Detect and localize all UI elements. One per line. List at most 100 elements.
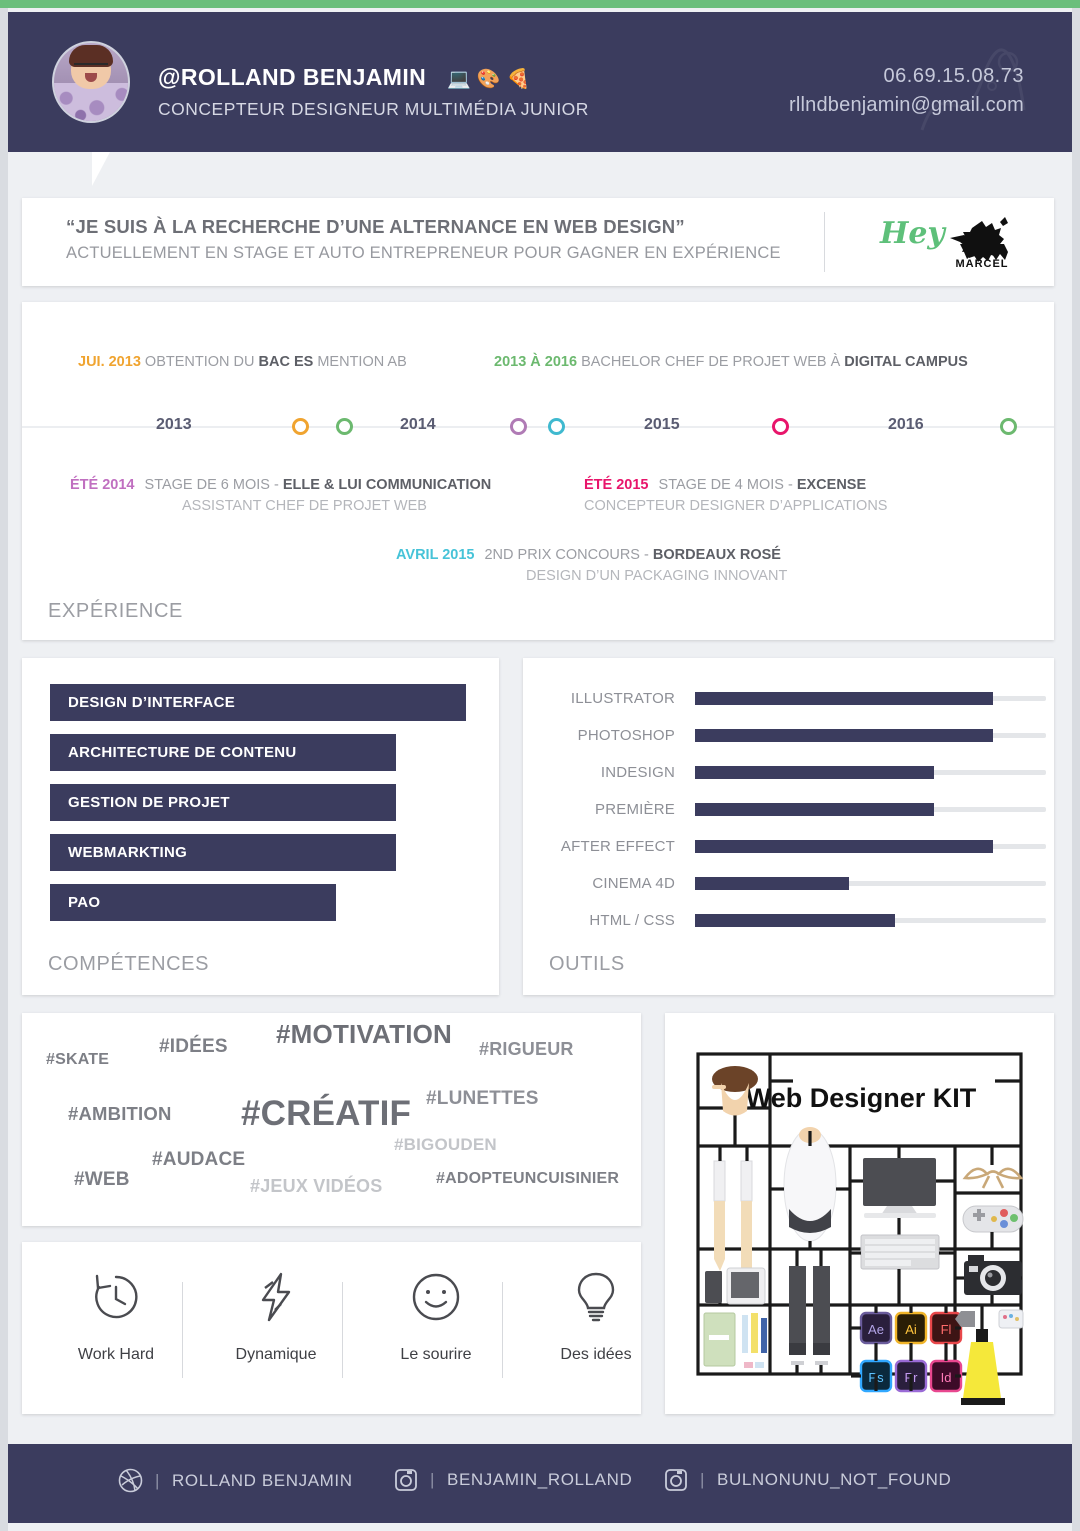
section-label-competences: COMPÉTENCES [48, 953, 210, 975]
tool-row: ILLUSTRATOR [523, 688, 1054, 714]
tagline-quote: “JE SUIS À LA RECHERCHE D’UNE ALTERNANCE… [66, 216, 685, 237]
experience-date: ÉTÉ 2014 [70, 477, 135, 493]
axis-year-2015: 2015 [644, 416, 680, 433]
lightning-bolt-icon [216, 1266, 336, 1328]
hashtag: #AUDACE [152, 1149, 246, 1170]
right-edge-strip [1072, 8, 1080, 1531]
axis-year-2016: 2016 [888, 416, 924, 433]
lightbulb-icon [536, 1266, 656, 1328]
experience-entry-bordeaux-rose: AVRIL 2015 2ND PRIX CONCOURS - BORDEAUX … [396, 547, 787, 584]
profile-role: CONCEPTEUR DESIGNEUR MULTIMÉDIA JUNIOR [158, 99, 589, 119]
keyboard-part [860, 1234, 940, 1270]
quality-label: Le sourire [400, 1346, 472, 1363]
competence-label: PAO [68, 894, 101, 911]
social-handle[interactable]: ROLLAND BENJAMIN [172, 1471, 353, 1491]
hashtag: #ADOPTEUNCUISINIER [436, 1170, 620, 1187]
competence-label: ARCHITECTURE DE CONTENU [68, 744, 297, 761]
experience-date: ÉTÉ 2015 [584, 477, 649, 493]
experience-entry-elle-lui: ÉTÉ 2014 STAGE DE 6 MOIS - ELLE & LUI CO… [70, 477, 491, 514]
qualities-divider [342, 1282, 343, 1378]
tool-label: INDESIGN [600, 764, 675, 781]
timeline-dot-bachelor-end[interactable] [1000, 418, 1017, 435]
timeline-dot-ete-2015[interactable] [772, 418, 789, 435]
hashtag: #LUNETTES [426, 1088, 539, 1109]
tool-fill [695, 914, 896, 927]
hashtag: #RIGUEUR [479, 1039, 574, 1059]
tool-fill [695, 803, 934, 816]
hashtag: #MOTIVATION [276, 1019, 453, 1049]
timeline-dot-bachelor-start[interactable] [336, 418, 353, 435]
tool-label: AFTER EFFECT [560, 838, 675, 855]
adobe-tile-ae: Ae [859, 1311, 893, 1345]
experience-title-pre: STAGE DE 6 MOIS - [144, 477, 283, 493]
outils-card: ILLUSTRATOR PHOTOSHOP INDESIGN PREMIÈRE AFTE… [523, 658, 1054, 995]
tool-row: PHOTOSHOP [523, 725, 1054, 751]
gamepad-part [962, 1205, 1024, 1233]
instagram-icon [665, 1469, 687, 1491]
hashtag-cloud-card: #SKATE #IDÉES #MOTIVATION #RIGUEUR #AMBITION… [22, 1013, 641, 1226]
cv-page: @ROLLAND BENJAMIN 💻 🎨 🍕 CONCEPTEUR DESIG… [0, 0, 1080, 1531]
experience-entry-excense: ÉTÉ 2015 STAGE DE 4 MOIS - EXCENSE CONCE… [584, 477, 887, 514]
camera-part [964, 1255, 1022, 1295]
experience-title-pre: 2ND PRIX CONCOURS - [484, 547, 653, 563]
section-label-outils: OUTILS [549, 953, 625, 975]
tool-label: CINEMA 4D [592, 875, 675, 892]
qualities-card: Work Hard Dynamique Le sourire Des idées [22, 1242, 641, 1414]
page-title: @ROLLAND BENJAMIN 💻 🎨 🍕 [158, 64, 531, 91]
social-instagram-2[interactable]: | BULNONUNU_NOT_FOUND [664, 1468, 951, 1492]
kit-sprue-illustration: Web Designer KIT Ae Ai FlId [665, 1013, 1054, 1414]
quality-des-idees: Des idées [536, 1266, 656, 1364]
header-bar: @ROLLAND BENJAMIN 💻 🎨 🍕 CONCEPTEUR DESIG… [8, 12, 1072, 152]
svg-text:Ai: Ai [905, 1322, 917, 1337]
experience-subtitle: CONCEPTEUR DESIGNER D’APPLICATIONS [584, 498, 888, 514]
svg-text:Id: Id [941, 1370, 952, 1385]
tool-row: CINEMA 4D [523, 873, 1054, 899]
tool-label: HTML / CSS [589, 912, 675, 929]
timeline-dot-bac[interactable] [292, 418, 309, 435]
social-instagram-1[interactable]: | BENJAMIN_ROLLAND [394, 1468, 632, 1492]
avatar [52, 41, 130, 123]
quality-le-sourire: Le sourire [376, 1266, 496, 1364]
contact-block: 06.69.15.08.73 rllndbenjamin@gmail.com [789, 62, 1024, 120]
qualities-divider [182, 1282, 183, 1378]
competence-item: DESIGN D’INTERFACE [50, 684, 466, 721]
footer-bar: | ROLLAND BENJAMIN | BENJAMIN_ROLLAND | … [8, 1444, 1072, 1523]
tool-label: PHOTOSHOP [577, 727, 675, 744]
competence-label: DESIGN D’INTERFACE [68, 694, 236, 711]
social-handle[interactable]: BULNONUNU_NOT_FOUND [717, 1470, 951, 1490]
social-dribbble[interactable]: | ROLLAND BENJAMIN [118, 1468, 353, 1493]
timeline-dot-avril-2015[interactable] [548, 418, 565, 435]
education-text-post: MENTION AB [313, 354, 407, 370]
education-date: 2013 À 2016 [494, 354, 578, 370]
competences-card: DESIGN D’INTERFACE ARCHITECTURE DE CONTEN… [22, 658, 499, 995]
tool-fill [695, 840, 994, 853]
clock-rewind-icon [56, 1266, 176, 1328]
axis-year-2014: 2014 [400, 416, 436, 433]
tool-label: PREMIÈRE [595, 801, 675, 818]
quality-label: Dynamique [235, 1346, 317, 1363]
tool-fill [695, 877, 850, 890]
social-separator: | [155, 1470, 161, 1490]
experience-title-bold: ELLE & LUI COMMUNICATION [282, 477, 492, 493]
social-handle[interactable]: BENJAMIN_ROLLAND [447, 1470, 632, 1490]
quality-label: Work Hard [77, 1346, 155, 1363]
qualities-divider [502, 1282, 503, 1378]
hey-logo: Hey [880, 216, 945, 251]
tagline-card: “JE SUIS À LA RECHERCHE D’UNE ALTERNANCE… [22, 198, 1054, 286]
email-address[interactable]: rllndbenjamin@gmail.com [789, 91, 1024, 120]
phone-number[interactable]: 06.69.15.08.73 [789, 62, 1024, 91]
smiley-face-icon [376, 1266, 496, 1328]
timeline-card: JUI. 2013 OBTENTION DU BAC ES MENTION AB… [22, 302, 1054, 640]
quality-work-hard: Work Hard [56, 1266, 176, 1364]
svg-text:Ae: Ae [868, 1322, 884, 1337]
education-text-bold: DIGITAL CAMPUS [844, 354, 968, 370]
header-pointer-notch [92, 152, 110, 186]
timeline-dot-ete-2014[interactable] [510, 418, 527, 435]
competence-item: PAO [50, 884, 336, 921]
tool-fill [695, 729, 994, 742]
competence-item: GESTION DE PROJET [50, 784, 396, 821]
hashtag: #CRÉATIF [241, 1094, 412, 1133]
social-separator: | [700, 1470, 706, 1489]
education-text-pre: OBTENTION DU [144, 354, 259, 370]
education-entry-bachelor: 2013 À 2016 BACHELOR CHEF DE PROJET WEB … [494, 354, 968, 370]
